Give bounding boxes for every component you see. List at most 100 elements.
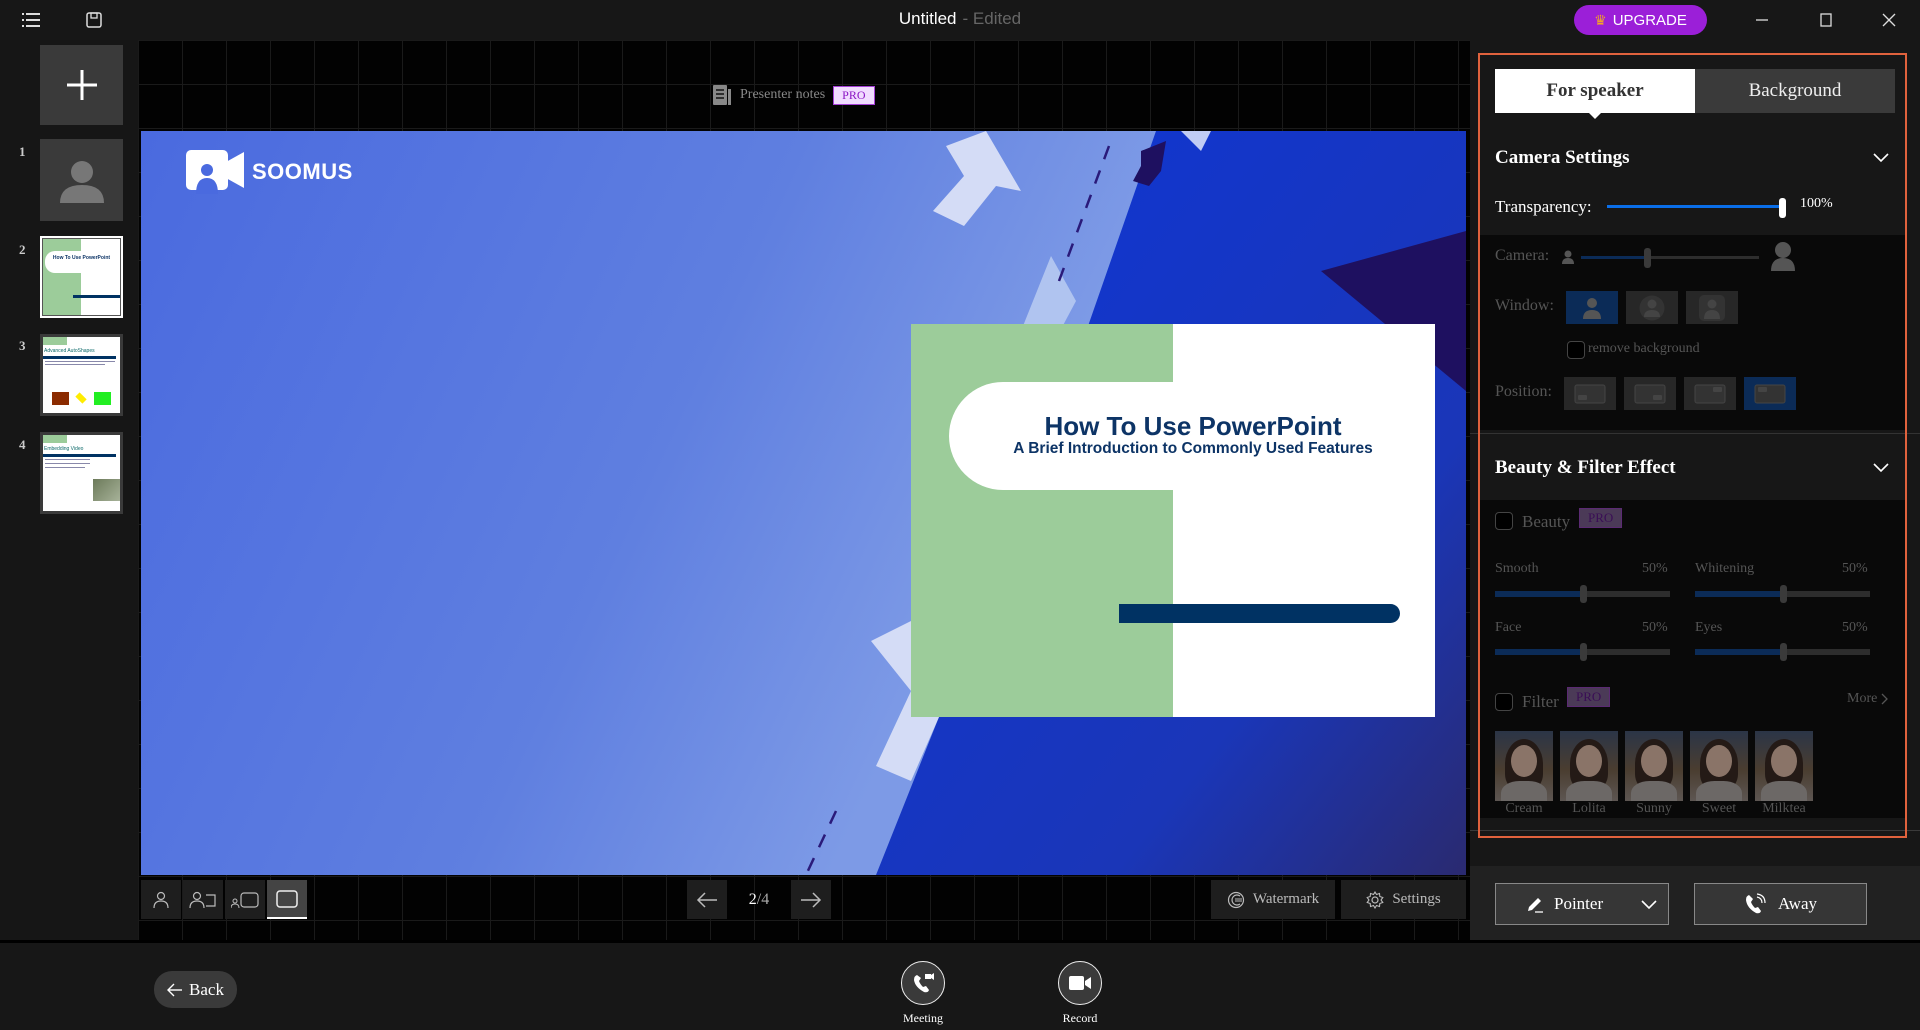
filter-item[interactable]: Cream (1495, 731, 1553, 817)
window-label: Window: (1495, 297, 1554, 314)
camera-size-slider-thumb[interactable] (1644, 248, 1651, 268)
add-slide-button[interactable] (40, 45, 123, 125)
meeting-label: Meeting (903, 1011, 943, 1025)
person-rounded-icon (1699, 294, 1725, 321)
camera-size-slider[interactable] (1581, 248, 1759, 268)
pointer-label: Pointer (1554, 894, 1604, 913)
embedded-slide: How To Use PowerPoint A Brief Introducti… (911, 324, 1435, 717)
beauty-filter-header[interactable]: Beauty & Filter Effect (1480, 437, 1905, 499)
filter-preview (1625, 731, 1683, 801)
whitening-value: 50% (1842, 561, 1868, 576)
tab-background[interactable]: Background (1695, 69, 1895, 113)
eyes-slider[interactable] (1695, 643, 1870, 661)
watermark-label: Watermark (1252, 891, 1320, 907)
filter-item[interactable]: Milktea (1755, 731, 1813, 817)
notes-icon (713, 85, 731, 105)
layout-camera-slide-button[interactable] (183, 880, 223, 919)
position-bottom-left-button[interactable] (1564, 377, 1616, 410)
slide-thumbnail-3[interactable]: Advanced AutoShapes (40, 334, 123, 416)
person-small-icon (1562, 250, 1574, 264)
meeting-button[interactable] (901, 961, 945, 1005)
smooth-slider-thumb[interactable] (1579, 585, 1587, 603)
meeting-phone-icon (914, 973, 934, 993)
settings-button[interactable]: Settings (1341, 880, 1466, 919)
transparency-label: Transparency: (1495, 197, 1592, 216)
remove-background-checkbox[interactable] (1567, 341, 1585, 359)
watermark-button[interactable]: Watermark (1211, 880, 1335, 919)
thumbnail-number: 2 (19, 242, 26, 257)
away-button[interactable]: Away (1694, 883, 1867, 925)
pointer-button[interactable]: Pointer (1495, 883, 1669, 925)
face-slider[interactable] (1495, 643, 1670, 661)
close-icon[interactable] (1877, 8, 1901, 32)
filter-name: Lolita (1572, 801, 1606, 816)
whitening-slider[interactable] (1695, 585, 1870, 603)
chevron-down-icon[interactable] (1640, 895, 1658, 913)
chevron-down-icon[interactable] (1872, 152, 1890, 164)
eyes-slider-thumb[interactable] (1779, 643, 1787, 661)
person-icon (59, 161, 104, 203)
whitening-label: Whitening (1695, 561, 1755, 576)
slide-thumbnail-2[interactable]: How To Use PowerPoint (40, 236, 123, 318)
filter-checkbox[interactable] (1495, 693, 1513, 711)
slide-sidebar: 1 2 How To Use PowerPoint 3 Advanced Aut… (0, 40, 138, 940)
watermark-icon (1227, 891, 1244, 908)
upgrade-button[interactable]: ♛ UPGRADE (1574, 5, 1707, 35)
remove-background-label: remove background (1588, 341, 1700, 356)
filter-item[interactable]: Lolita (1560, 731, 1618, 817)
position-bottom-right-icon (1634, 384, 1666, 403)
person-slide-icon (189, 891, 216, 908)
filter-list: Cream Lolita Sunny Sweet Milktea (1495, 731, 1813, 817)
filter-item[interactable]: Sunny (1625, 731, 1683, 817)
camera-settings-header[interactable]: Camera Settings (1480, 128, 1905, 188)
window-circle-button[interactable] (1626, 291, 1678, 324)
filter-item[interactable]: Sweet (1690, 731, 1748, 817)
slide-thumbnail-1[interactable] (40, 139, 123, 221)
layout-slide-only-button[interactable] (267, 880, 307, 919)
crown-icon: ♛ (1594, 11, 1607, 28)
person-large-icon (1771, 242, 1795, 271)
window-square-button[interactable] (1566, 291, 1618, 324)
layout-camera-only-button[interactable] (141, 880, 181, 919)
more-filters-link[interactable]: More (1847, 691, 1889, 707)
filter-preview (1690, 731, 1748, 801)
whitening-slider-thumb[interactable] (1779, 585, 1787, 603)
slide-icon (276, 889, 298, 908)
window-rounded-button[interactable] (1686, 291, 1738, 324)
thumbnail-number: 4 (19, 437, 26, 452)
layout-mode-group (141, 880, 307, 919)
minimize-icon[interactable] (1750, 8, 1774, 32)
slide-thumbnail-4[interactable]: Embedding Video (40, 432, 123, 514)
position-top-left-button[interactable] (1744, 377, 1796, 410)
smooth-slider[interactable] (1495, 585, 1670, 603)
chevron-down-icon[interactable] (1872, 462, 1890, 474)
filter-label: Filter (1522, 692, 1559, 711)
position-top-right-button[interactable] (1684, 377, 1736, 410)
maximize-icon[interactable] (1814, 8, 1838, 32)
face-slider-thumb[interactable] (1579, 643, 1587, 661)
video-camera-icon (1069, 976, 1091, 990)
arrow-left-icon (696, 891, 717, 908)
eyes-label: Eyes (1695, 620, 1723, 635)
transparency-slider[interactable] (1607, 198, 1786, 218)
tab-for-speaker[interactable]: For speaker (1495, 69, 1695, 119)
pen-icon (1528, 898, 1543, 913)
transparency-slider-thumb[interactable] (1779, 198, 1786, 218)
person-icon (1583, 297, 1601, 319)
back-label: Back (189, 979, 224, 999)
slide-subtitle: A Brief Introduction to Commonly Used Fe… (1013, 440, 1373, 457)
layout-small-camera-button[interactable] (225, 880, 265, 919)
next-slide-button[interactable] (791, 880, 831, 919)
beauty-checkbox[interactable] (1495, 512, 1513, 530)
presenter-notes-label: Presenter notes (740, 87, 826, 102)
position-bottom-right-button[interactable] (1624, 377, 1676, 410)
edit-status: - Edited (962, 9, 1022, 28)
slide-canvas[interactable]: SOOMUS How To Use PowerPoint A Brief Int… (141, 131, 1466, 875)
soomus-logo: SOOMUS (186, 150, 353, 194)
filter-name: Sweet (1701, 801, 1737, 816)
back-button[interactable]: Back (154, 971, 237, 1008)
previous-slide-button[interactable] (687, 880, 727, 919)
presenter-notes-button[interactable]: Presenter notes PRO (712, 84, 875, 106)
record-button[interactable] (1058, 961, 1102, 1005)
more-label: More (1847, 691, 1878, 706)
